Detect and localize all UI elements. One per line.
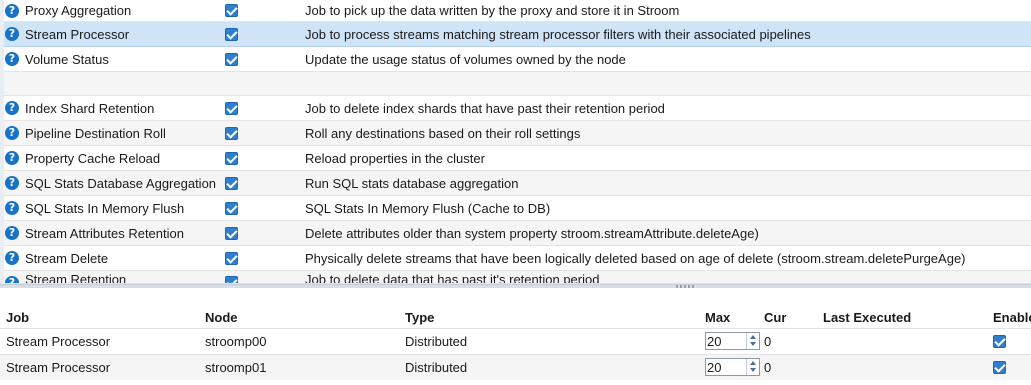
help-icon[interactable]: ? [5, 226, 19, 240]
max-value[interactable]: 20 [707, 334, 721, 349]
help-icon[interactable]: ? [5, 52, 19, 66]
cell-cur: 0 [764, 360, 772, 375]
column-header-cur[interactable]: Cur [764, 310, 786, 325]
job-row-volume-status[interactable]: ? Volume Status Update the usage status … [4, 47, 1031, 72]
enabled-checkbox[interactable] [993, 361, 1006, 374]
job-name: Pipeline Destination Roll [25, 125, 166, 141]
job-row-pipeline-destination-roll[interactable]: ? Pipeline Destination Roll Roll any des… [4, 121, 1031, 146]
help-icon[interactable]: ? [5, 176, 19, 190]
cell-job: Stream Processor [6, 360, 111, 375]
job-description: Job to delete index shards that have pas… [305, 100, 665, 116]
cell-node: stroomp00 [205, 334, 267, 349]
enabled-checkbox[interactable] [225, 226, 238, 240]
job-row-stream-delete[interactable]: ? Stream Delete Physically delete stream… [4, 246, 1031, 271]
column-header-job[interactable]: Job [6, 310, 29, 325]
increment-icon[interactable] [750, 335, 756, 339]
job-name: SQL Stats Database Aggregation [25, 175, 217, 191]
cell-node: stroomp01 [205, 360, 267, 375]
job-name: Proxy Aggregation [25, 3, 132, 18]
job-name: Property Cache Reload [25, 150, 161, 166]
help-icon[interactable]: ? [5, 276, 19, 283]
help-icon[interactable]: ? [5, 126, 19, 140]
job-name: Stream Processor [25, 26, 130, 42]
enabled-checkbox[interactable] [225, 176, 238, 190]
job-row-sql-stats-in-memory-flush[interactable]: ? SQL Stats In Memory Flush SQL Stats In… [4, 196, 1031, 221]
column-header-enabled[interactable]: Enable [993, 310, 1031, 325]
job-description: Roll any destinations based on their rol… [305, 125, 581, 141]
cell-type: Distributed [405, 334, 468, 349]
column-header-node[interactable]: Node [205, 310, 238, 325]
job-description: Update the usage status of volumes owned… [305, 51, 626, 67]
enabled-checkbox[interactable] [225, 151, 238, 165]
enabled-checkbox[interactable] [225, 276, 238, 283]
increment-icon[interactable] [750, 361, 756, 365]
job-description: Job to delete data that has past it's re… [305, 272, 600, 284]
job-row-property-cache-reload[interactable]: ? Property Cache Reload Reload propertie… [4, 146, 1031, 171]
job-row-sql-stats-database-aggregation[interactable]: ? SQL Stats Database Aggregation Run SQL… [4, 171, 1031, 196]
decrement-icon[interactable] [750, 368, 756, 372]
job-description: Reload properties in the cluster [305, 150, 485, 166]
job-row-stream-retention[interactable]: ? Stream Retention Job to delete data th… [4, 271, 1031, 284]
job-description: Physically delete streams that have been… [305, 250, 966, 266]
column-header-type[interactable]: Type [405, 310, 434, 325]
enabled-checkbox[interactable] [225, 126, 238, 140]
enabled-checkbox[interactable] [225, 101, 238, 115]
help-icon[interactable]: ? [5, 101, 19, 115]
jobs-list: ? Proxy Aggregation Job to pick up the d… [0, 0, 1031, 284]
job-description: Run SQL stats database aggregation [305, 175, 519, 191]
column-header-max[interactable]: Max [705, 310, 730, 325]
job-row-proxy-aggregation[interactable]: ? Proxy Aggregation Job to pick up the d… [4, 0, 1031, 22]
enabled-checkbox[interactable] [225, 27, 238, 41]
job-name: Stream Attributes Retention [25, 225, 184, 241]
job-name: Stream Delete [25, 250, 109, 266]
cell-cur: 0 [764, 334, 772, 349]
enabled-checkbox[interactable] [225, 201, 238, 215]
job-description: Delete attributes older than system prop… [305, 225, 759, 241]
job-name: Volume Status [25, 51, 109, 67]
job-description: Job to process streams matching stream p… [305, 26, 811, 42]
max-stepper[interactable]: 20 [705, 358, 760, 376]
enabled-checkbox[interactable] [225, 52, 238, 66]
job-nodes-table: Job Node Type Max Cur Last Executed Enab… [0, 288, 1031, 385]
enabled-checkbox[interactable] [225, 251, 238, 265]
table-row[interactable]: Stream Processor stroomp00 Distributed 2… [0, 328, 1031, 354]
help-icon[interactable]: ? [5, 3, 19, 18]
max-value[interactable]: 20 [707, 360, 721, 375]
max-stepper[interactable]: 20 [705, 332, 760, 350]
column-header-last-executed[interactable]: Last Executed [823, 310, 911, 325]
decrement-icon[interactable] [750, 342, 756, 346]
spinner-arrows-icon[interactable] [746, 359, 759, 375]
cell-job: Stream Processor [6, 334, 111, 349]
job-row-index-shard-retention[interactable]: ? Index Shard Retention Job to delete in… [4, 96, 1031, 121]
job-description: Job to pick up the data written by the p… [305, 3, 680, 18]
help-icon[interactable]: ? [5, 201, 19, 215]
job-name: Index Shard Retention [25, 100, 155, 116]
cell-type: Distributed [405, 360, 468, 375]
spinner-arrows-icon[interactable] [746, 333, 759, 349]
enabled-checkbox[interactable] [225, 4, 238, 17]
job-row-stream-attributes-retention[interactable]: ? Stream Attributes Retention Delete att… [4, 221, 1031, 246]
job-name: Stream Retention [25, 272, 127, 284]
table-row[interactable]: Stream Processor stroomp01 Distributed 2… [0, 354, 1031, 380]
enabled-checkbox[interactable] [993, 335, 1006, 348]
job-group-separator [4, 72, 1031, 96]
help-icon[interactable]: ? [5, 251, 19, 265]
table-header: Job Node Type Max Cur Last Executed Enab… [0, 288, 1031, 328]
job-description: SQL Stats In Memory Flush (Cache to DB) [305, 200, 551, 216]
help-icon[interactable]: ? [5, 151, 19, 165]
job-row-stream-processor[interactable]: ? Stream Processor Job to process stream… [4, 22, 1031, 47]
job-name: SQL Stats In Memory Flush [25, 200, 185, 216]
help-icon[interactable]: ? [5, 27, 19, 41]
